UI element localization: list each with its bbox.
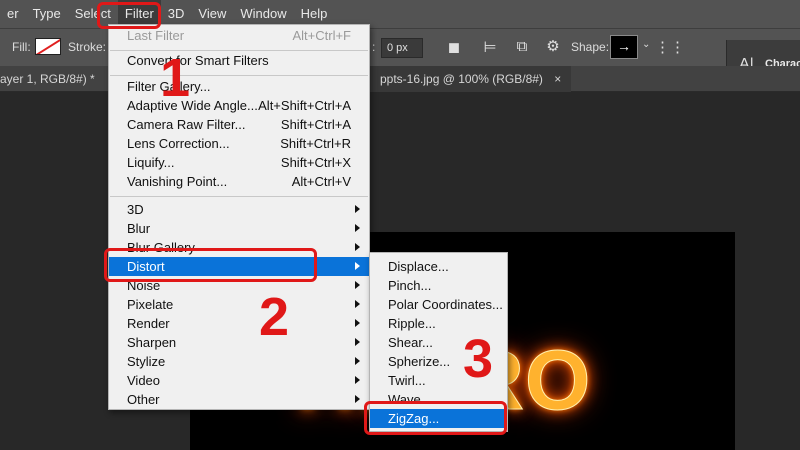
- submenu-item-label: Spherize...: [388, 354, 451, 369]
- annotation-step-1: 1: [160, 48, 191, 108]
- menu-item-label: Stylize: [127, 354, 166, 369]
- menu-item-filter-gallery[interactable]: Filter Gallery...: [109, 77, 369, 96]
- menu-layer[interactable]: er: [0, 0, 26, 28]
- width-colon: :: [372, 40, 376, 54]
- menu-item-vanishing-point[interactable]: Vanishing Point... Alt+Ctrl+V: [109, 172, 369, 191]
- menu-item-blur[interactable]: Blur: [109, 219, 369, 238]
- menu-item-adaptive-wide-angle[interactable]: Adaptive Wide Angle... Alt+Shift+Ctrl+A: [109, 96, 369, 115]
- menu-item-pixelate[interactable]: Pixelate: [109, 295, 369, 314]
- tab-ppts-16[interactable]: ppts-16.jpg @ 100% (RGB/8#) ×: [370, 66, 572, 92]
- path-alignment-icon[interactable]: ⊨: [480, 38, 500, 56]
- submenu-arrow-icon: [355, 357, 360, 365]
- menu-item-label: Vanishing Point...: [127, 174, 228, 189]
- menu-item-label: Liquify...: [127, 155, 175, 170]
- menu-item-label: Adaptive Wide Angle...: [127, 98, 258, 113]
- align-edges-icon[interactable]: ⋮⋮: [655, 38, 685, 56]
- shape-label: Shape:: [571, 40, 610, 54]
- tab-layer-document[interactable]: ayer 1, RGB/8#) *: [0, 66, 95, 92]
- menu-item-other[interactable]: Other: [109, 390, 369, 409]
- submenu-arrow-icon: [355, 395, 360, 403]
- menu-item-shortcut: Alt+Ctrl+V: [291, 174, 351, 189]
- annotation-step-2: 2: [259, 287, 290, 347]
- menu-item-convert-smart-filters[interactable]: Convert for Smart Filters: [109, 51, 369, 70]
- annotation-step-3: 3: [463, 329, 494, 389]
- chevron-down-icon[interactable]: ⌄: [642, 39, 650, 50]
- menu-item-render[interactable]: Render: [109, 314, 369, 333]
- submenu-arrow-icon: [355, 319, 360, 327]
- menu-item-label: Pixelate: [127, 297, 174, 312]
- submenu-item-label: Shear...: [388, 335, 433, 350]
- gear-icon[interactable]: ⚙: [543, 37, 563, 55]
- submenu-item-label: Polar Coordinates...: [388, 297, 503, 312]
- close-icon[interactable]: ×: [554, 72, 561, 86]
- menu-item-label: Other: [127, 392, 160, 407]
- annotation-box-filter: [97, 2, 161, 29]
- stroke-label: Stroke:: [68, 40, 107, 54]
- submenu-item-polar-coordinates[interactable]: Polar Coordinates...: [370, 295, 507, 314]
- width-input[interactable]: 0 px: [381, 38, 423, 58]
- tab-layer-document-label: ayer 1, RGB/8#) *: [0, 72, 95, 86]
- menu-item-lens-correction[interactable]: Lens Correction... Shift+Ctrl+R: [109, 134, 369, 153]
- menu-item-label: Blur: [127, 221, 151, 236]
- menu-item-label: Sharpen: [127, 335, 177, 350]
- menu-item-convert-label: Convert for Smart Filters: [127, 53, 269, 68]
- submenu-item-displace[interactable]: Displace...: [370, 257, 507, 276]
- shape-picker[interactable]: →: [610, 35, 638, 59]
- submenu-arrow-icon: [355, 376, 360, 384]
- menu-item-camera-raw-filter[interactable]: Camera Raw Filter... Shift+Ctrl+A: [109, 115, 369, 134]
- menu-item-3d[interactable]: 3D: [109, 200, 369, 219]
- submenu-item-label: Twirl...: [388, 373, 426, 388]
- menu-type[interactable]: Type: [26, 0, 68, 28]
- menu-item-shortcut: Alt+Shift+Ctrl+A: [258, 98, 351, 113]
- path-operations-icon[interactable]: ◼: [444, 38, 464, 56]
- menu-divider: [110, 196, 368, 197]
- menu-item-stylize[interactable]: Stylize: [109, 352, 369, 371]
- submenu-arrow-icon: [355, 243, 360, 251]
- menu-item-label: Video: [127, 373, 161, 388]
- submenu-arrow-icon: [355, 205, 360, 213]
- menu-item-label: 3D: [127, 202, 144, 217]
- annotation-box-distort: [104, 248, 317, 282]
- submenu-arrow-icon: [355, 224, 360, 232]
- menu-item-shortcut: Shift+Ctrl+A: [280, 117, 351, 132]
- submenu-item-label: Pinch...: [388, 278, 432, 293]
- fill-label: Fill:: [12, 40, 31, 54]
- submenu-item-label: Ripple...: [388, 316, 436, 331]
- menu-item-liquify[interactable]: Liquify... Shift+Ctrl+X: [109, 153, 369, 172]
- menu-item-last-filter-label: Last Filter: [127, 28, 185, 43]
- menu-item-last-filter-shortcut: Alt+Ctrl+F: [292, 28, 351, 43]
- submenu-item-pinch[interactable]: Pinch...: [370, 276, 507, 295]
- menu-item-video[interactable]: Video: [109, 371, 369, 390]
- menu-item-shortcut: Shift+Ctrl+R: [280, 136, 351, 151]
- submenu-arrow-icon: [355, 300, 360, 308]
- menu-item-label: Camera Raw Filter...: [127, 117, 246, 132]
- menu-item-sharpen[interactable]: Sharpen: [109, 333, 369, 352]
- path-arrangement-icon[interactable]: ⧉: [512, 38, 532, 55]
- fill-swatch[interactable]: [35, 38, 61, 55]
- menu-item-shortcut: Shift+Ctrl+X: [280, 155, 351, 170]
- submenu-arrow-icon: [355, 338, 360, 346]
- menu-item-label: Render: [127, 316, 170, 331]
- annotation-box-zigzag: [364, 401, 507, 435]
- menu-divider: [110, 75, 368, 76]
- submenu-item-label: Displace...: [388, 259, 449, 274]
- submenu-arrow-icon: [355, 262, 360, 270]
- tab-ppts-16-label: ppts-16.jpg @ 100% (RGB/8#): [380, 72, 543, 86]
- submenu-arrow-icon: [355, 281, 360, 289]
- menu-item-label: Lens Correction...: [127, 136, 230, 151]
- filter-menu: Last Filter Alt+Ctrl+F Convert for Smart…: [108, 24, 370, 410]
